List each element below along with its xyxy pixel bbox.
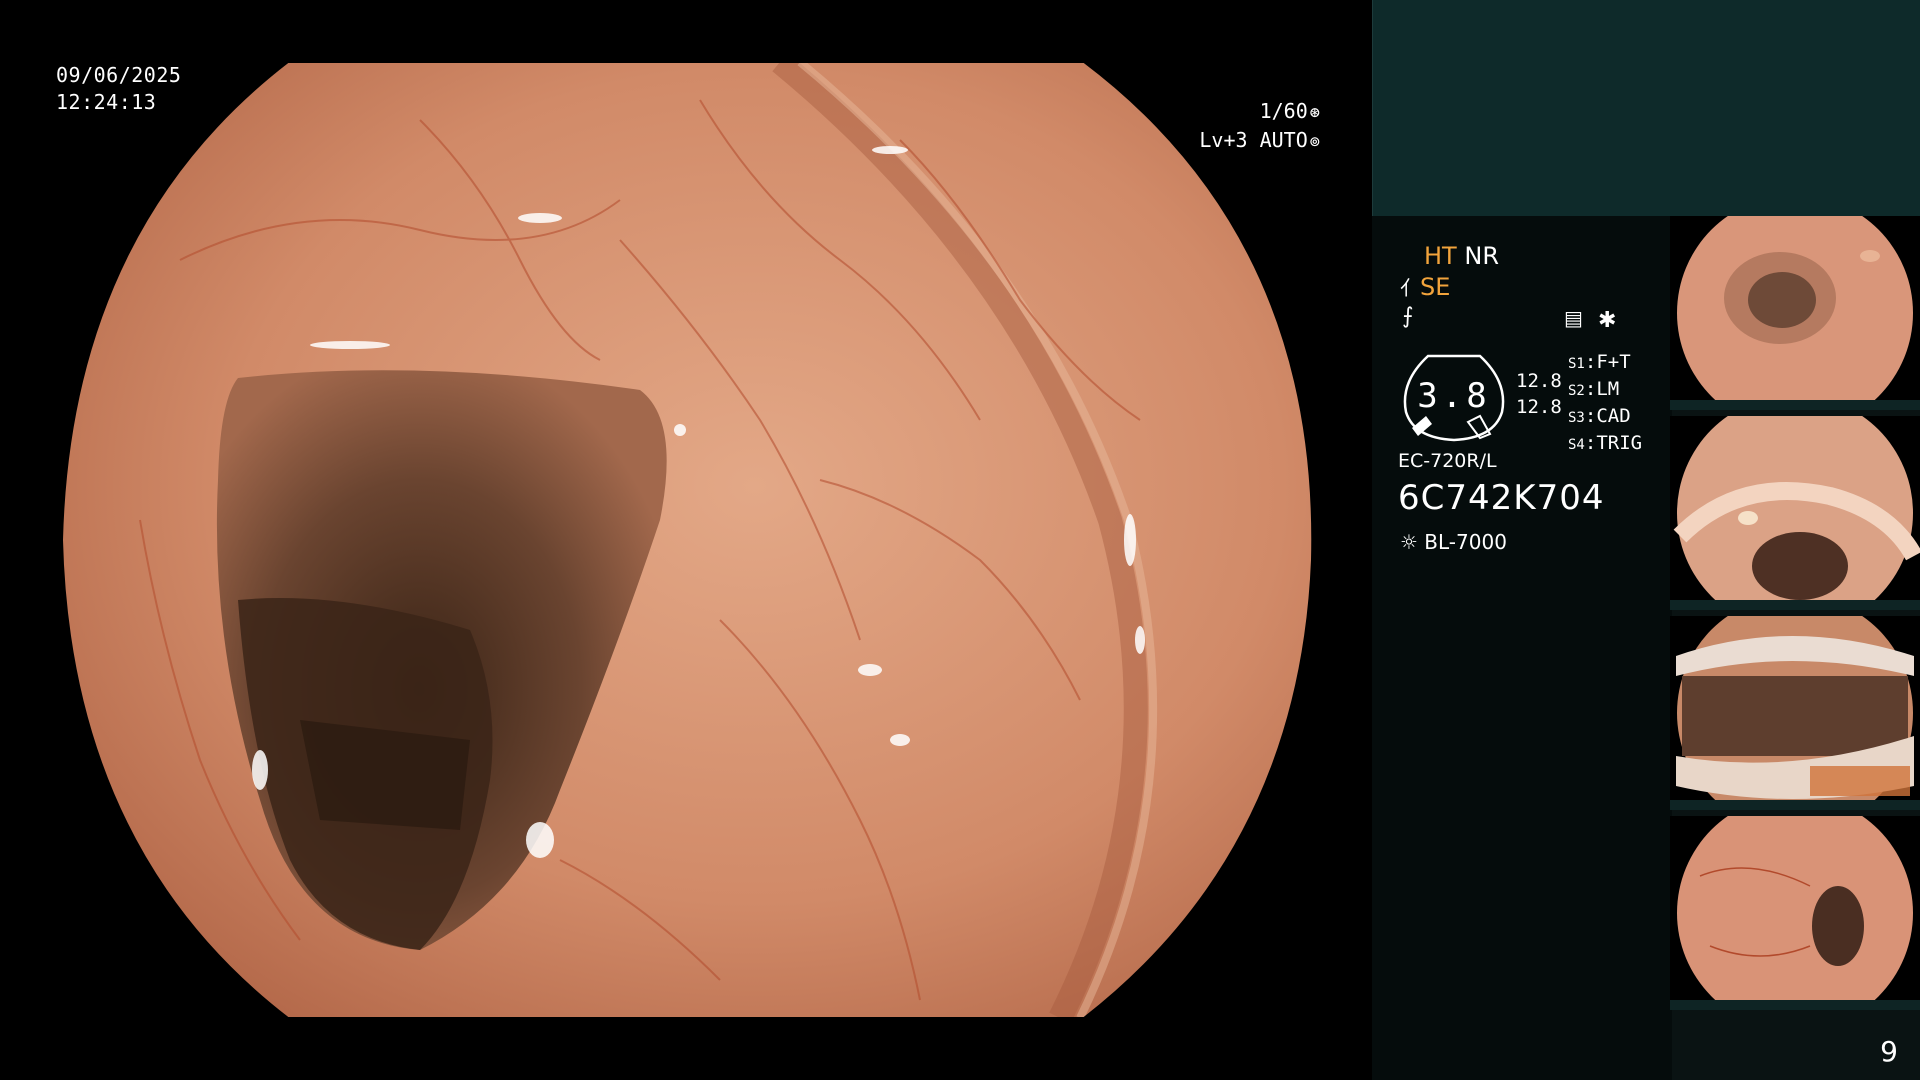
thumbnail-4[interactable] [1670,816,1920,1010]
se-label: SE [1420,273,1451,301]
auto-iris-icon: ⊚ [1309,132,1320,152]
switch-2: S2:LM [1568,378,1620,400]
switch-4: S4:TRIG [1568,432,1643,454]
side-panel-header [1372,0,1920,216]
date-text: 09/06/2025 [56,63,182,87]
endoscope-main-view: 09/06/2025 12:24:13 1/60 ⊛ Lv+3 AUTO ⊚ [0,0,1372,1080]
ht-nr-status: HT NR [1424,242,1499,270]
switch-list: S1:F+T S2:LM S3:CAD S4:TRIG [1568,350,1642,458]
thumbnail-3[interactable] [1670,616,1920,810]
timestamp: 09/06/2025 12:24:13 [56,62,181,116]
thumbnail-2[interactable] [1670,416,1920,610]
page-number: 9 [1880,1035,1898,1068]
thumbnail-1[interactable] [1670,216,1920,410]
light-source: ☼ BL-7000 [1400,530,1507,554]
rate-top: 12.8 [1516,370,1562,392]
nr-label: NR [1464,242,1499,270]
processor-info: HT NR ⺅SE ⨍ ▤ ✱ 3.8 12.8 12.8 S1:F+T S2:… [1372,216,1672,1080]
switch-3: S3:CAD [1568,405,1631,427]
scope-serial: 6C742K704 [1398,478,1605,518]
exposure-readout: 1/60 ⊛ Lv+3 AUTO ⊚ [1199,98,1320,156]
ht-label: HT [1424,242,1457,270]
scope-model: EC-720R/L [1398,450,1497,472]
endoscope-image [60,61,1314,1019]
light-source-label: BL-7000 [1424,530,1507,554]
switch-1: S1:F+T [1568,351,1631,373]
rate-bottom: 12.8 [1516,396,1562,418]
light-icon: ☼ [1400,530,1418,554]
time-text: 12:24:13 [56,90,157,114]
asterisk-icon: ✱ [1598,308,1617,333]
thumbnail-strip [1668,216,1920,1016]
se-status: ⺅SE [1400,272,1450,301]
filter-icon: ⨍ [1402,304,1414,329]
level-mode-text: Lv+3 AUTO [1199,128,1308,152]
shutter-text: 1/60 [1259,99,1308,123]
settings-icon: ▤ [1564,306,1583,330]
enhance-icon: ⺅ [1400,276,1420,300]
shutter-icon: ⊛ [1309,103,1320,123]
gauge-value: 3.8 [1417,376,1491,416]
